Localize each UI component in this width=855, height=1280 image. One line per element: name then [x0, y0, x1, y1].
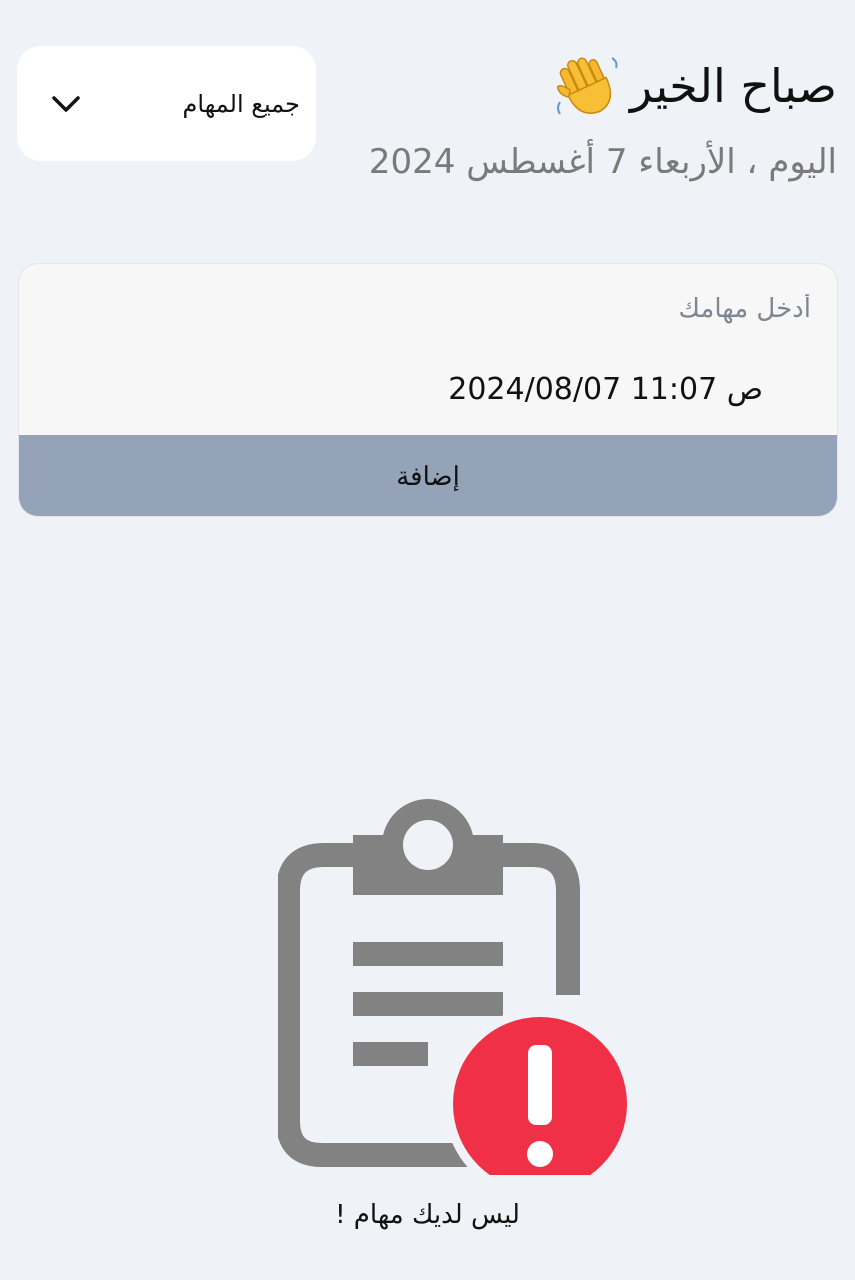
chevron-down-icon — [49, 87, 83, 121]
task-filter-dropdown[interactable]: جميع المهام — [17, 46, 316, 161]
task-input[interactable] — [309, 288, 813, 330]
empty-state-message: ليس لديك مهام ! — [335, 1200, 520, 1230]
add-task-button[interactable]: إضافة — [19, 435, 837, 516]
datetime-field[interactable]: ص 11:07 2024/08/07 — [448, 372, 763, 407]
task-entry-card: ص 11:07 2024/08/07 إضافة — [18, 263, 838, 517]
greeting-header: صباح الخير — [554, 50, 837, 122]
clipboard-alert-icon — [276, 795, 636, 1200]
filter-selected-value: جميع المهام — [182, 89, 300, 118]
waving-hand-icon — [554, 52, 622, 120]
greeting-title: صباح الخير — [629, 59, 837, 113]
date-subtitle: اليوم ، الأربعاء 7 أغسطس 2024 — [368, 142, 837, 182]
